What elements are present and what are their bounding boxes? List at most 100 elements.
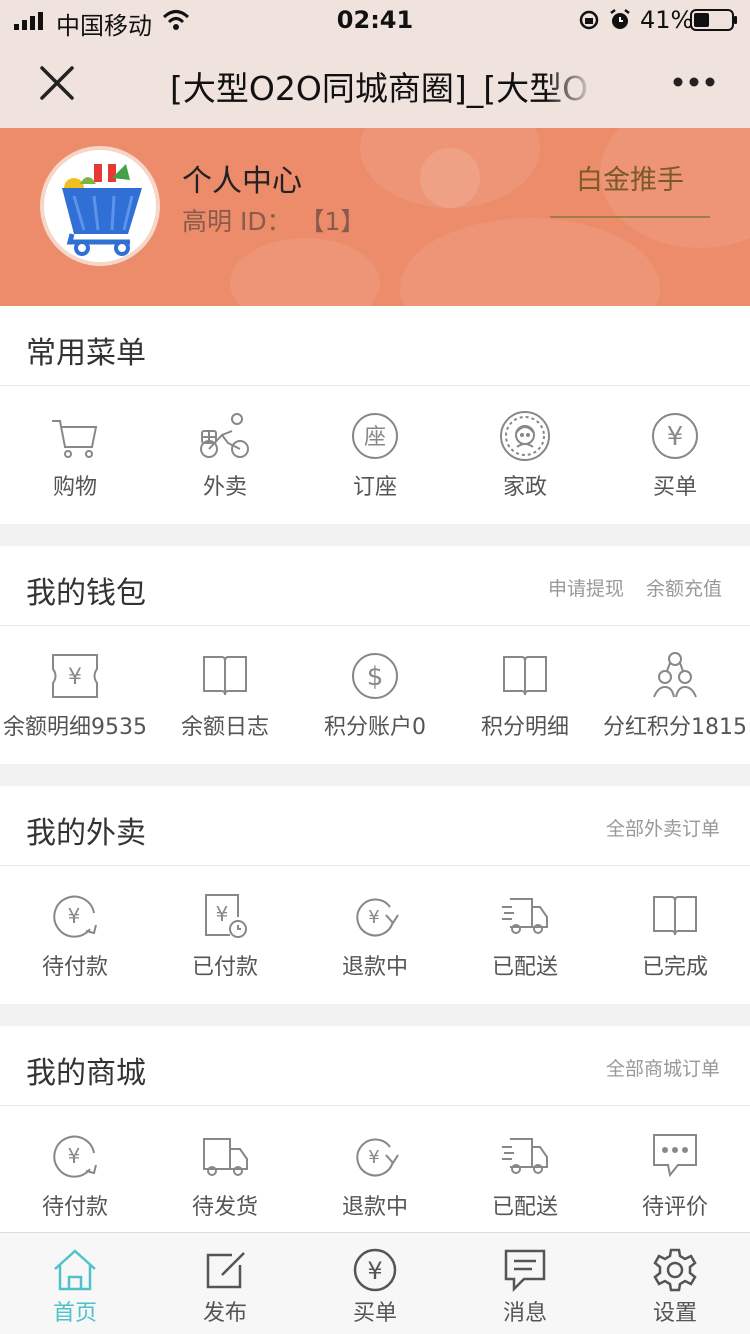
network-icon (653, 652, 697, 698)
tab-bar: 首页 发布 ¥ 买单 消息 设置 (0, 1232, 750, 1334)
wallet-item-label: 余额日志 (180, 715, 269, 740)
housekeeping-icon (500, 411, 550, 461)
menu-item-label: 外卖 (202, 475, 247, 500)
message-icon (504, 1249, 546, 1293)
profile-id: 高明 ID： 【1】 (182, 207, 366, 236)
takeout-item-label: 已付款 (191, 955, 258, 980)
bike-icon (200, 413, 249, 458)
menu-item-takeout[interactable]: 外卖 (150, 387, 300, 523)
rank-button[interactable]: 白金推手 (550, 158, 710, 197)
menu-item-shopping[interactable]: 购物 (0, 387, 150, 523)
wallet-item-label: 分红积分1815 (603, 715, 747, 740)
battery-icon (690, 9, 737, 31)
alarm-icon (610, 9, 630, 29)
wallet-item-log[interactable]: 余额日志 (150, 627, 300, 763)
truck-icon (203, 1138, 248, 1176)
svg-text:¥: ¥ (368, 1147, 379, 1168)
section-header: 常用菜单 (0, 306, 750, 386)
svg-text:¥: ¥ (68, 665, 82, 690)
all-takeout-orders-link[interactable]: 全部外卖订单 (606, 814, 720, 841)
menu-grid: 购物 外卖 座 订座 家政 ¥ 买单 (0, 387, 750, 523)
menu-item-label: 订座 (352, 475, 397, 500)
section-title: 我的外卖 (26, 816, 146, 851)
tab-label: 发布 (202, 1301, 247, 1326)
takeout-item-refunding[interactable]: ¥ 退款中 (300, 867, 450, 1003)
refund-icon: ¥ (356, 898, 399, 937)
delivery-truck-icon (502, 1138, 548, 1174)
clock: 02:41 (336, 6, 414, 34)
menu-item-pay[interactable]: ¥ 买单 (600, 387, 750, 523)
mall-section: 我的商城 全部商城订单 ¥ 待付款 待发货 ¥ 退款中 已配送 待评价 (0, 1026, 750, 1232)
section-header: 我的外卖 全部外卖订单 (0, 786, 750, 866)
settings-icon (653, 1248, 697, 1292)
yen-ticket-icon: ¥ (52, 654, 98, 698)
yen-circle-icon: ¥ (353, 1248, 397, 1292)
wallet-item-label: 积分明细 (480, 715, 569, 740)
edit-icon (206, 1252, 245, 1289)
book-icon (503, 656, 547, 696)
tab-label: 消息 (502, 1301, 547, 1326)
yen-circle-icon: ¥ (652, 413, 698, 459)
wallet-item-points[interactable]: $ 积分账户0 (300, 627, 450, 763)
mall-grid: ¥ 待付款 待发货 ¥ 退款中 已配送 待评价 (0, 1107, 750, 1232)
mall-item-to-ship[interactable]: 待发货 (150, 1107, 300, 1232)
yen-refresh-icon: ¥ (53, 1135, 97, 1178)
avatar[interactable] (40, 146, 160, 266)
wallet-item-dividend[interactable]: 分红积分1815 (600, 627, 750, 763)
tab-messages[interactable]: 消息 (450, 1233, 600, 1334)
tab-label: 买单 (352, 1301, 397, 1326)
recharge-link[interactable]: 余额充值 (646, 574, 722, 601)
mall-item-label: 待发货 (191, 1195, 258, 1220)
close-icon[interactable] (38, 64, 76, 102)
svg-text:¥: ¥ (368, 907, 379, 928)
takeout-item-delivered[interactable]: 已配送 (450, 867, 600, 1003)
wallet-item-points-detail[interactable]: 积分明细 (450, 627, 600, 763)
paid-receipt-icon: ¥ (205, 894, 247, 938)
svg-text:¥: ¥ (68, 1144, 81, 1168)
takeout-item-completed[interactable]: 已完成 (600, 867, 750, 1003)
tab-home[interactable]: 首页 (0, 1233, 150, 1334)
tab-publish[interactable]: 发布 (150, 1233, 300, 1334)
home-icon (54, 1249, 96, 1291)
tab-settings[interactable]: 设置 (600, 1233, 750, 1334)
status-bar: 中国移动 02:41 41% (0, 0, 750, 40)
section-header: 我的钱包 申请提现 余额充值 (0, 546, 750, 626)
more-icon[interactable] (672, 74, 716, 90)
mall-item-unpaid[interactable]: ¥ 待付款 (0, 1107, 150, 1232)
mall-item-delivered[interactable]: 已配送 (450, 1107, 600, 1232)
battery-percent: 41% (640, 6, 694, 34)
menu-item-housekeeping[interactable]: 家政 (450, 387, 600, 523)
svg-text:座: 座 (364, 425, 386, 450)
yen-refresh-icon: ¥ (53, 895, 97, 938)
menu-item-label: 家政 (502, 475, 547, 500)
takeout-item-label: 退款中 (341, 955, 408, 980)
dollar-circle-icon: $ (352, 653, 398, 699)
takeout-item-label: 已配送 (491, 955, 558, 980)
svg-text:¥: ¥ (216, 902, 229, 926)
wallet-section: 我的钱包 申请提现 余额充值 ¥ 余额明细9535 余额日志 $ 积分账户0 积… (0, 546, 750, 764)
all-mall-orders-link[interactable]: 全部商城订单 (606, 1054, 720, 1081)
section-title: 常用菜单 (26, 336, 146, 371)
mall-item-to-review[interactable]: 待评价 (600, 1107, 750, 1232)
menu-item-booking[interactable]: 座 订座 (300, 387, 450, 523)
wallet-item-balance[interactable]: ¥ 余额明细9535 (0, 627, 150, 763)
mall-item-label: 待评价 (641, 1195, 708, 1220)
menu-item-label: 买单 (652, 475, 697, 500)
svg-text:¥: ¥ (68, 904, 81, 928)
seat-icon: 座 (352, 413, 398, 459)
takeout-section: 我的外卖 全部外卖订单 ¥ 待付款 ¥ 已付款 ¥ 退款中 已配送 已完成 (0, 786, 750, 1004)
mall-item-refunding[interactable]: ¥ 退款中 (300, 1107, 450, 1232)
tab-pay[interactable]: ¥ 买单 (300, 1233, 450, 1334)
takeout-item-unpaid[interactable]: ¥ 待付款 (0, 867, 150, 1003)
book-icon (653, 896, 697, 936)
takeout-grid: ¥ 待付款 ¥ 已付款 ¥ 退款中 已配送 已完成 (0, 867, 750, 1003)
page-title: [大型O2O同城商圈]_[大型O (170, 69, 589, 108)
section-header: 我的商城 全部商城订单 (0, 1026, 750, 1106)
withdraw-link[interactable]: 申请提现 (548, 574, 624, 601)
mall-item-label: 待付款 (41, 1195, 108, 1220)
takeout-item-paid[interactable]: ¥ 已付款 (150, 867, 300, 1003)
rank-underline (550, 216, 710, 218)
takeout-item-label: 已完成 (641, 955, 708, 980)
menu-section: 常用菜单 购物 外卖 座 订座 家政 ¥ 买单 (0, 306, 750, 524)
orientation-lock-icon (579, 10, 599, 30)
